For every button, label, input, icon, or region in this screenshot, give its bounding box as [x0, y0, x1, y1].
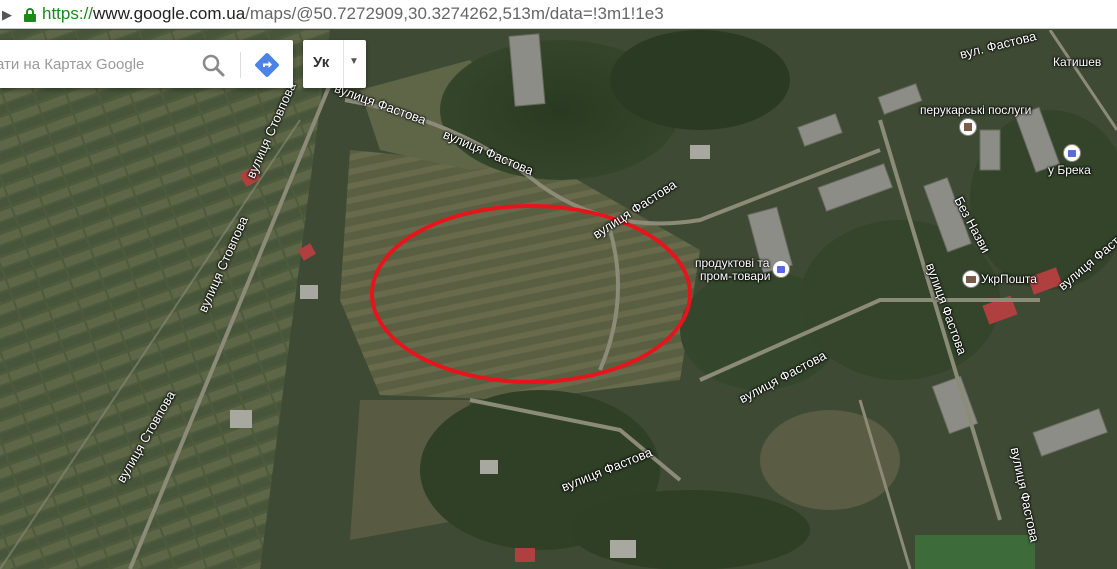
url-host: www.google.com.ua: [93, 4, 246, 23]
search-box: [0, 40, 293, 88]
address-bar[interactable]: ▶ https://www.google.com.ua/maps/@50.727…: [0, 0, 1117, 29]
place-label-brek[interactable]: у Брека: [1048, 164, 1091, 177]
place-label-ukrposhta[interactable]: УкрПошта: [981, 273, 1037, 286]
url-path: /maps/@50.7272909,30.3274262,513m/data=!…: [245, 4, 664, 23]
lock-icon: [24, 8, 36, 22]
language-selector[interactable]: Ук ▼: [303, 40, 366, 88]
place-label-katyshev[interactable]: Катишев: [1053, 56, 1101, 69]
language-label: Ук: [313, 54, 330, 71]
directions-icon[interactable]: [253, 51, 281, 79]
barber-icon[interactable]: [959, 118, 977, 136]
nav-arrow-icon[interactable]: ▶: [2, 7, 12, 23]
search-icon[interactable]: [200, 52, 226, 78]
url-protocol: https://: [42, 4, 94, 23]
place-label-produkty-line2[interactable]: пром-товари: [700, 270, 770, 283]
mail-icon[interactable]: [962, 270, 980, 288]
language-divider: [343, 40, 344, 88]
shopping-bag-icon[interactable]: [1063, 144, 1081, 162]
shopping-bag-icon[interactable]: [772, 260, 790, 278]
chevron-down-icon[interactable]: ▼: [349, 56, 359, 67]
search-divider: [240, 52, 241, 78]
search-input[interactable]: [0, 40, 195, 88]
url-text[interactable]: https://www.google.com.ua/maps/@50.72729…: [42, 4, 664, 24]
place-label-perukarski[interactable]: перукарські послуги: [920, 104, 1031, 117]
satellite-map[interactable]: вул. Фастова вулиця Фастова вулиця Фасто…: [0, 30, 1117, 569]
